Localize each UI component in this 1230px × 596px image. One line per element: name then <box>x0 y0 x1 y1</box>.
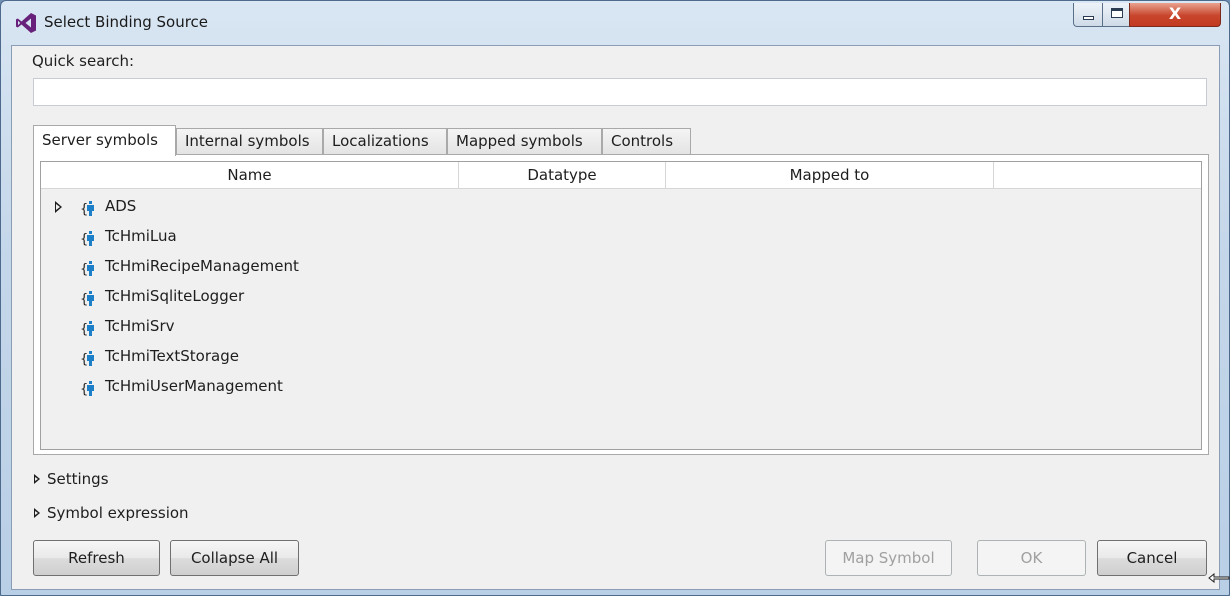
expand-arrow-icon <box>34 508 40 518</box>
close-icon: X <box>1168 4 1182 23</box>
symbol-expression-label: Symbol expression <box>47 504 189 522</box>
symbol-icon: { <box>80 261 94 277</box>
tab-label: Internal symbols <box>185 132 310 150</box>
symbol-name: TcHmiLua <box>105 227 177 245</box>
expand-arrow-icon <box>34 474 40 484</box>
dialog-window: Select Binding Source X Quick search: Se… <box>0 0 1230 596</box>
symbol-tree-grid[interactable]: Name Datatype Mapped to { ADS {TcHmiLua… <box>40 161 1202 450</box>
column-header-name[interactable]: Name <box>41 162 459 189</box>
symbol-icon: { <box>80 381 94 397</box>
tree-row-tchmitextstorage[interactable]: { TcHmiTextStorage <box>41 343 1201 373</box>
server-symbols-panel: Name Datatype Mapped to { ADS {TcHmiLua… <box>33 154 1209 455</box>
title-bar[interactable]: Select Binding Source X <box>1 1 1229 45</box>
expand-arrow-icon[interactable] <box>55 201 62 213</box>
symbol-icon: { <box>80 321 94 337</box>
tree-row-tchmilua[interactable]: { TcHmiLua <box>41 223 1201 253</box>
resize-cursor-icon <box>1208 573 1230 583</box>
tab-internal-symbols[interactable]: Internal symbols <box>176 128 323 155</box>
settings-label: Settings <box>47 470 109 488</box>
minimize-icon <box>1083 16 1094 20</box>
symbol-name: ADS <box>105 197 137 215</box>
close-button[interactable]: X <box>1129 3 1221 27</box>
quick-search-input[interactable] <box>33 78 1207 106</box>
symbol-name: TcHmiRecipeManagement <box>105 257 299 275</box>
symbol-name: TcHmiTextStorage <box>105 347 239 365</box>
tab-mapped-symbols[interactable]: Mapped symbols <box>447 128 602 155</box>
tab-label: Server symbols <box>42 131 158 149</box>
tab-localizations[interactable]: Localizations <box>323 128 447 155</box>
quick-search-label: Quick search: <box>32 52 135 70</box>
symbol-icon: { <box>80 351 94 367</box>
tab-label: Mapped symbols <box>456 132 583 150</box>
collapse-all-button[interactable]: Collapse All <box>170 540 299 576</box>
symbol-name: TcHmiSqliteLogger <box>105 287 245 305</box>
symbol-name: TcHmiUserManagement <box>105 377 283 395</box>
column-header-extra[interactable] <box>994 162 1201 189</box>
map-symbol-button[interactable]: Map Symbol <box>825 540 952 576</box>
symbol-icon: { <box>80 291 94 307</box>
symbol-icon: { <box>80 201 94 217</box>
tree-row-ads[interactable]: { ADS <box>41 193 1201 223</box>
settings-expander[interactable]: Settings <box>34 470 109 488</box>
tree-row-tchmisrv[interactable]: { TcHmiSrv <box>41 313 1201 343</box>
column-header-datatype[interactable]: Datatype <box>459 162 666 189</box>
maximize-button[interactable] <box>1102 3 1130 27</box>
ok-button[interactable]: OK <box>977 540 1086 576</box>
column-header-mapped-to[interactable]: Mapped to <box>666 162 994 189</box>
tab-label: Controls <box>611 132 674 150</box>
cancel-button[interactable]: Cancel <box>1097 540 1207 576</box>
column-header-row: Name Datatype Mapped to <box>41 162 1201 189</box>
window-title: Select Binding Source <box>44 13 209 31</box>
symbol-expression-expander[interactable]: Symbol expression <box>34 504 189 522</box>
dialog-content: Quick search: Server symbols Internal sy… <box>11 45 1220 590</box>
tab-label: Localizations <box>332 132 429 150</box>
refresh-button[interactable]: Refresh <box>33 540 160 576</box>
maximize-icon <box>1111 8 1123 18</box>
tree-row-tchmisqlitelogger[interactable]: { TcHmiSqliteLogger <box>41 283 1201 313</box>
tree-row-tchmirecipemanagement[interactable]: { TcHmiRecipeManagement <box>41 253 1201 283</box>
tab-server-symbols[interactable]: Server symbols <box>33 125 176 156</box>
symbol-icon: { <box>80 231 94 247</box>
tree-row-tchmiusermanagement[interactable]: { TcHmiUserManagement <box>41 373 1201 403</box>
tab-controls[interactable]: Controls <box>602 128 691 155</box>
visual-studio-icon <box>16 13 36 33</box>
symbol-name: TcHmiSrv <box>105 317 175 335</box>
minimize-button[interactable] <box>1073 3 1103 27</box>
